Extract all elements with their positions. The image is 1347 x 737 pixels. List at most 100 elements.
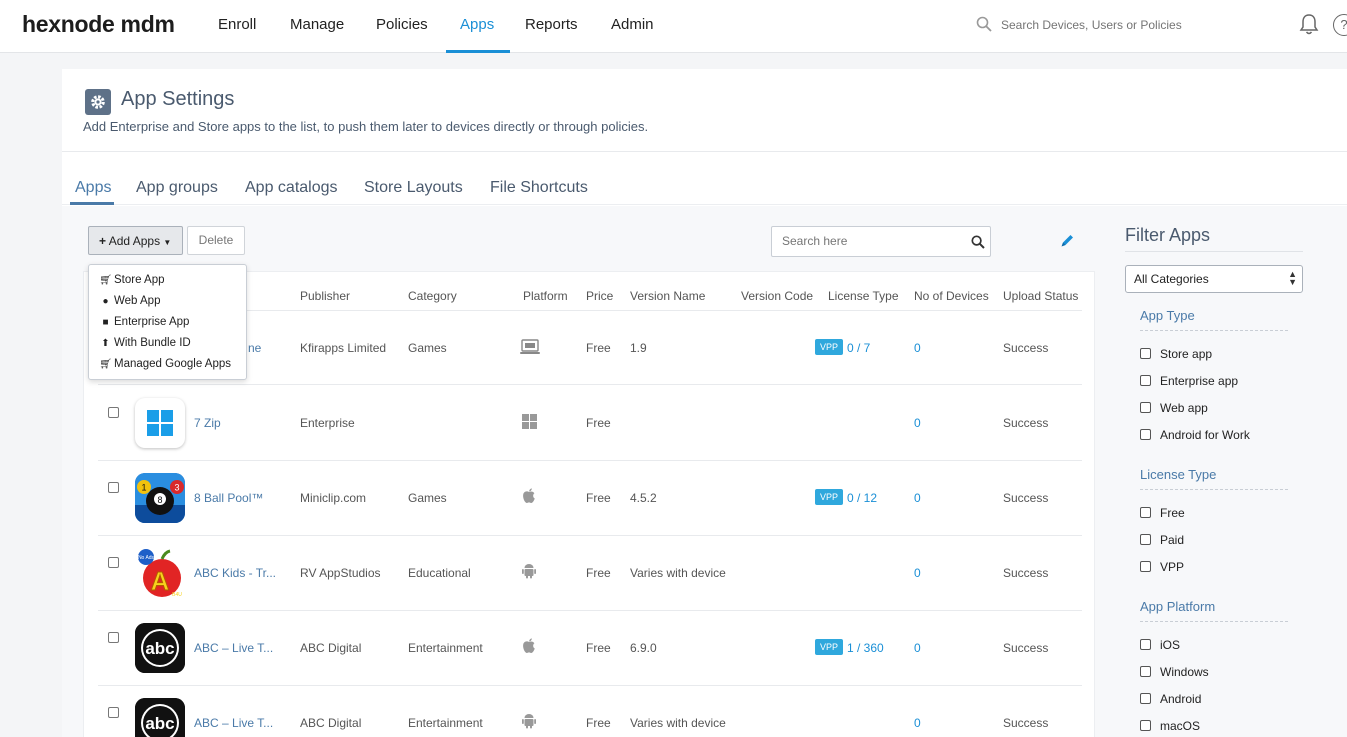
device-count-link[interactable]: 0	[914, 341, 921, 355]
global-search-input[interactable]	[1001, 15, 1231, 35]
col-no-of-devices[interactable]: No of Devices	[914, 289, 989, 303]
table-row[interactable]: No Ads A B4U ABC Kids - Tr... RV AppStudio…	[98, 536, 1082, 611]
filter-ios[interactable]: iOS	[1140, 638, 1180, 652]
checkbox[interactable]	[1140, 561, 1151, 572]
checkbox[interactable]	[1140, 639, 1151, 650]
filter-divider	[1125, 251, 1303, 252]
col-license-type[interactable]: License Type	[828, 289, 899, 303]
filter-windows[interactable]: Windows	[1140, 665, 1209, 679]
menu-item-managed-google-apps[interactable]: 🛒︎ Managed Google Apps	[99, 358, 231, 370]
nav-enroll[interactable]: Enroll	[218, 16, 256, 33]
device-count-link[interactable]: 0	[914, 416, 921, 430]
page-header: App Settings Add Enterprise and Store ap…	[62, 69, 1347, 152]
settings-tabs: Apps App groups App catalogs Store Layou…	[62, 153, 1347, 205]
filter-paid[interactable]: Paid	[1140, 533, 1184, 547]
checkbox[interactable]	[1140, 348, 1151, 359]
price-cell: Free	[586, 416, 611, 430]
license-count[interactable]: 0 / 12	[847, 491, 877, 505]
device-count-link[interactable]: 0	[914, 716, 921, 730]
filter-vpp[interactable]: VPP	[1140, 560, 1184, 574]
row-checkbox[interactable]	[108, 482, 119, 493]
upload-status-cell: Success	[1003, 416, 1049, 430]
checkbox[interactable]	[1140, 693, 1151, 704]
col-price[interactable]: Price	[586, 289, 613, 303]
app-name-link[interactable]: ne	[248, 341, 261, 355]
checkbox[interactable]	[1140, 507, 1151, 518]
table-row[interactable]: abc ABC – Live T... ABC Digital Entertai…	[98, 611, 1082, 686]
col-version-name[interactable]: Version Name	[630, 289, 705, 303]
nav-apps[interactable]: Apps	[460, 16, 494, 33]
checkbox[interactable]	[1140, 534, 1151, 545]
android-icon	[522, 564, 536, 579]
upload-status-cell: Success	[1003, 716, 1049, 730]
row-checkbox[interactable]	[108, 407, 119, 418]
filter-enterprise-app[interactable]: Enterprise app	[1140, 374, 1238, 388]
tab-store-layouts[interactable]: Store Layouts	[364, 179, 463, 197]
device-count-link[interactable]: 0	[914, 566, 921, 580]
hexnode-logo[interactable]: hexnode mdm	[22, 11, 175, 38]
bell-icon[interactable]	[1298, 12, 1320, 36]
tab-file-shortcuts[interactable]: File Shortcuts	[490, 179, 588, 197]
global-search[interactable]	[976, 14, 1236, 38]
table-row[interactable]: abc ABC – Live T... ABC Digital Entertai…	[98, 686, 1082, 737]
add-apps-button[interactable]: + Add Apps ▼	[88, 226, 183, 255]
category-select[interactable]: All Categories ▲ ▼	[1125, 265, 1303, 293]
menu-item-store-app[interactable]: 🛒︎ Store App	[99, 274, 164, 286]
apps-search-input[interactable]	[782, 234, 962, 248]
checkbox[interactable]	[1140, 429, 1151, 440]
app-name-link[interactable]: 8 Ball Pool™	[194, 491, 263, 505]
filter-android-for-work[interactable]: Android for Work	[1140, 428, 1250, 442]
checkbox[interactable]	[1140, 375, 1151, 386]
abc-app-icon: abc	[135, 623, 185, 673]
row-checkbox[interactable]	[108, 707, 119, 718]
delete-button[interactable]: Delete	[187, 226, 245, 255]
edit-columns-pencil-icon[interactable]	[1060, 233, 1075, 248]
col-platform[interactable]: Platform	[523, 289, 568, 303]
tab-app-catalogs[interactable]: App catalogs	[245, 179, 338, 197]
filter-free[interactable]: Free	[1140, 506, 1185, 520]
device-count-link[interactable]: 0	[914, 641, 921, 655]
filter-web-app[interactable]: Web app	[1140, 401, 1208, 415]
help-icon[interactable]: ?	[1333, 14, 1347, 36]
tab-apps[interactable]: Apps	[75, 179, 111, 197]
search-icon[interactable]	[971, 235, 985, 249]
filter-macos[interactable]: macOS	[1140, 719, 1200, 733]
app-name-link[interactable]: ABC – Live T...	[194, 716, 273, 730]
price-cell: Free	[586, 491, 611, 505]
app-name-link[interactable]: ABC – Live T...	[194, 641, 273, 655]
nav-policies[interactable]: Policies	[376, 16, 428, 33]
nav-manage[interactable]: Manage	[290, 16, 344, 33]
row-checkbox[interactable]	[108, 632, 119, 643]
checkbox[interactable]	[1140, 666, 1151, 677]
checkbox[interactable]	[1140, 402, 1151, 413]
menu-item-with-bundle-id[interactable]: ⬆ With Bundle ID	[99, 337, 190, 349]
publisher-cell: ABC Digital	[300, 716, 362, 730]
table-row[interactable]: 8 1 3 8 Ball Pool™ Miniclip.com Games Free…	[98, 461, 1082, 536]
version-name-cell: 4.5.2	[630, 491, 657, 505]
table-row[interactable]: 7 Zip Enterprise Free 0 Success	[98, 386, 1082, 461]
version-name-cell: Varies with device	[630, 566, 726, 580]
nav-reports[interactable]: Reports	[525, 16, 578, 33]
col-publisher[interactable]: Publisher	[300, 289, 350, 303]
filter-android[interactable]: Android	[1140, 692, 1201, 706]
select-arrows-icon: ▲ ▼	[1288, 269, 1297, 287]
col-version-code[interactable]: Version Code	[741, 289, 813, 303]
row-checkbox[interactable]	[108, 557, 119, 568]
device-count-link[interactable]: 0	[914, 491, 921, 505]
app-name-link[interactable]: ABC Kids - Tr...	[194, 566, 276, 580]
license-count[interactable]: 1 / 360	[847, 641, 884, 655]
search-icon	[976, 16, 992, 32]
upload-status-cell: Success	[1003, 341, 1049, 355]
col-category[interactable]: Category	[408, 289, 457, 303]
apps-search[interactable]	[771, 226, 991, 257]
license-count[interactable]: 0 / 7	[847, 341, 870, 355]
app-name-link[interactable]: 7 Zip	[194, 416, 221, 430]
ball-number-8: 8	[157, 495, 162, 505]
tab-app-groups[interactable]: App groups	[136, 179, 218, 197]
checkbox[interactable]	[1140, 720, 1151, 731]
nav-admin[interactable]: Admin	[611, 16, 654, 33]
menu-item-enterprise-app[interactable]: ■ Enterprise App	[99, 316, 189, 328]
col-upload-status[interactable]: Upload Status	[1003, 289, 1078, 303]
menu-item-web-app[interactable]: ● Web App	[99, 295, 160, 307]
filter-store-app[interactable]: Store app	[1140, 347, 1212, 361]
